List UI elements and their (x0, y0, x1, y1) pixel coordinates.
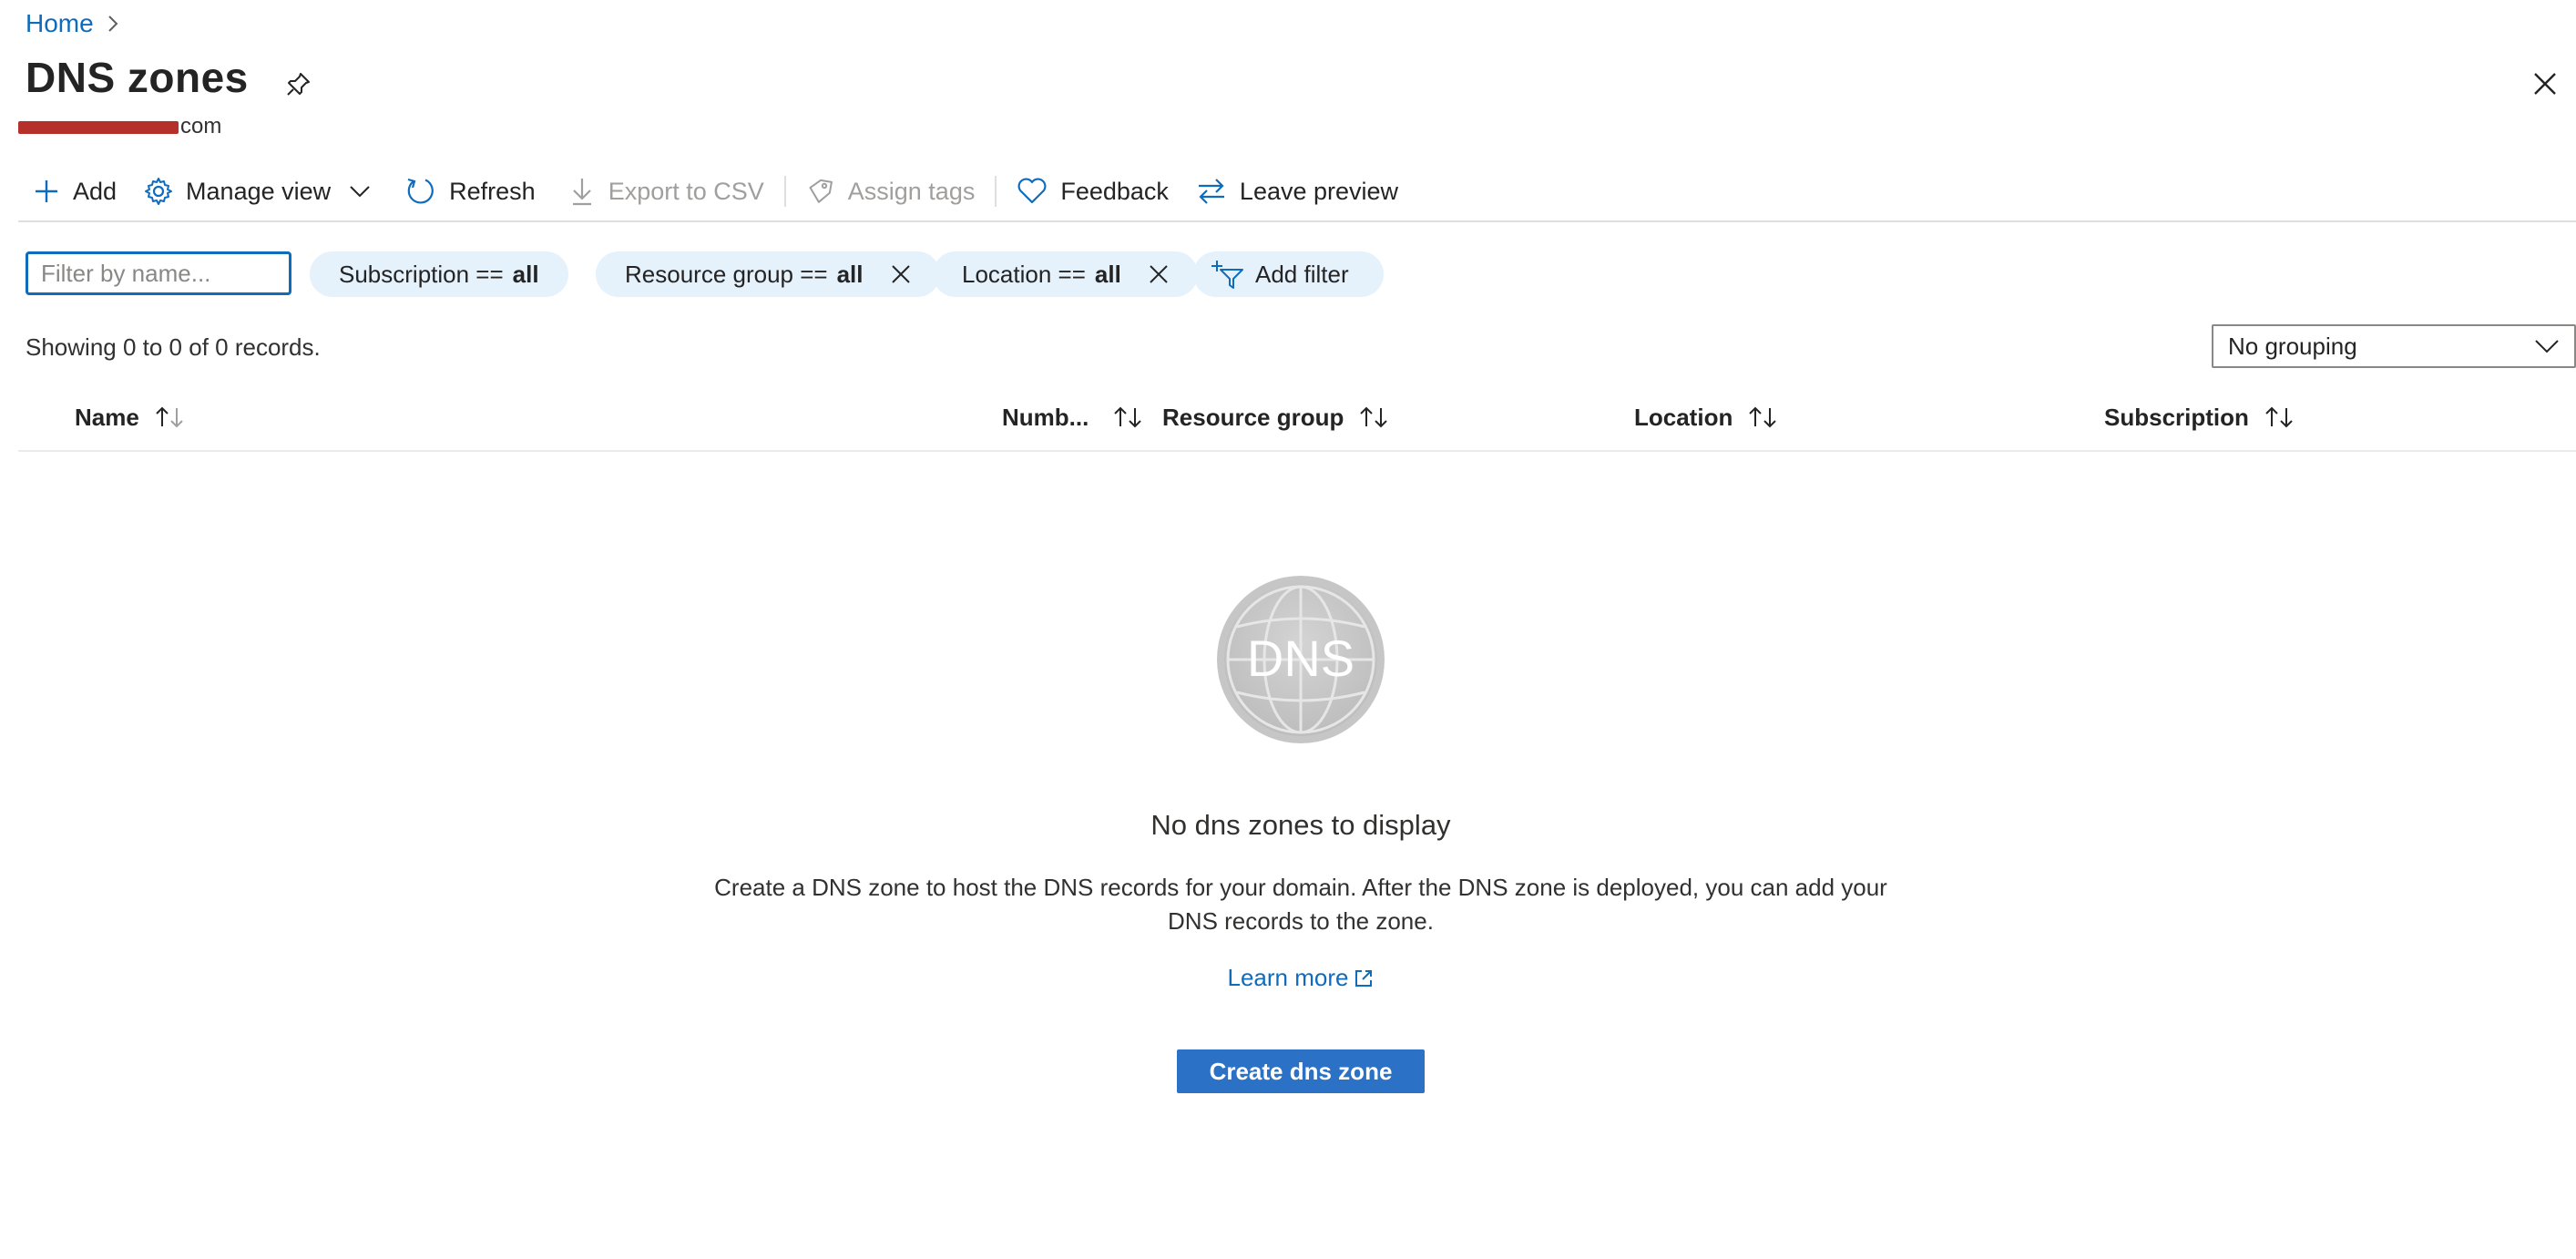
refresh-icon (405, 176, 436, 207)
feedback-label: Feedback (1060, 177, 1169, 205)
column-header-subscription[interactable]: Subscription (2104, 401, 2295, 434)
export-csv-label: Export to CSV (608, 177, 764, 205)
learn-more-label: Learn more (1227, 964, 1349, 991)
subscription-filter-pill[interactable]: Subscription == all (310, 251, 568, 297)
empty-state-title: No dns zones to display (1150, 809, 1451, 841)
manage-view-button[interactable]: Manage view (137, 169, 378, 213)
assign-tags-label: Assign tags (847, 177, 976, 205)
sort-icon (2264, 404, 2295, 430)
column-header-label: Name (75, 403, 139, 431)
toolbar-divider (995, 176, 997, 207)
empty-state-description: Create a DNS zone to host the DNS record… (714, 874, 1887, 935)
plus-icon (33, 178, 60, 205)
location-filter-value: all (1094, 260, 1121, 288)
add-label: Add (73, 177, 118, 205)
column-header-label: Numb... (1002, 403, 1089, 431)
leave-preview-button[interactable]: Leave preview (1189, 169, 1406, 213)
chevron-right-icon (107, 14, 119, 34)
command-bar: Add Manage view Refresh Export to CSV As… (26, 169, 1406, 213)
resource-group-filter-label: Resource group == (625, 260, 828, 288)
add-filter-button[interactable]: Add filter (1193, 251, 1384, 297)
create-dns-zone-button[interactable]: Create dns zone (1177, 1049, 1425, 1093)
feedback-button[interactable]: Feedback (1009, 169, 1176, 213)
close-button[interactable] (2527, 66, 2563, 102)
remove-filter-icon[interactable] (891, 264, 911, 284)
breadcrumb: Home (26, 7, 119, 40)
location-filter-pill[interactable]: Location == all (933, 251, 1198, 297)
sort-icon (154, 404, 185, 430)
column-header-label: Subscription (2104, 403, 2249, 431)
refresh-button[interactable]: Refresh (398, 169, 543, 213)
learn-more-link[interactable]: Learn more (1148, 964, 1454, 992)
breadcrumb-home-link[interactable]: Home (26, 9, 94, 38)
grouping-dropdown[interactable]: No grouping (2212, 324, 2576, 368)
pin-button[interactable] (282, 67, 315, 100)
add-filter-icon (1211, 259, 1244, 290)
column-header-location[interactable]: Location (1634, 401, 1778, 434)
heart-icon (1017, 178, 1048, 205)
toolbar-divider-line (18, 220, 2576, 222)
chevron-down-icon (349, 184, 371, 199)
redaction-mark (18, 121, 179, 134)
gear-icon (144, 177, 173, 206)
location-filter-label: Location == (962, 260, 1086, 288)
add-filter-label: Add filter (1255, 260, 1349, 288)
sort-icon (1747, 404, 1778, 430)
page-title: DNS zones (26, 54, 249, 101)
column-header-name[interactable]: Name (75, 401, 185, 434)
sort-icon (1112, 404, 1143, 430)
subtitle-suffix: com (180, 114, 222, 138)
resource-group-filter-value: all (836, 260, 864, 288)
tag-icon (806, 177, 835, 206)
export-csv-button[interactable]: Export to CSV (561, 169, 772, 213)
subscription-filter-value: all (512, 260, 539, 288)
download-icon (568, 176, 596, 207)
records-summary: Showing 0 to 0 of 0 records. (26, 333, 321, 361)
chevron-down-icon (2534, 338, 2560, 354)
manage-view-label: Manage view (186, 177, 332, 205)
swap-arrows-icon (1196, 177, 1227, 206)
column-header-resource-group[interactable]: Resource group (1162, 401, 1389, 434)
filter-by-name-input[interactable] (26, 251, 291, 295)
external-link-icon (1354, 968, 1374, 988)
leave-preview-label: Leave preview (1239, 177, 1399, 205)
grouping-value: No grouping (2228, 332, 2357, 360)
add-button[interactable]: Add (26, 169, 124, 213)
toolbar-divider (783, 176, 786, 207)
table-header-divider (18, 450, 2576, 452)
remove-filter-icon[interactable] (1149, 264, 1169, 284)
subscription-filter-label: Subscription == (339, 260, 504, 288)
pin-icon (285, 70, 312, 97)
column-header-label: Resource group (1162, 403, 1344, 431)
sort-icon (1358, 404, 1389, 430)
refresh-label: Refresh (449, 177, 536, 205)
resource-group-filter-pill[interactable]: Resource group == all (596, 251, 940, 297)
dns-globe-icon: DNS (1215, 574, 1386, 745)
dns-logo-text: DNS (1247, 630, 1354, 687)
directory-subtitle: com (18, 113, 221, 140)
close-icon (2532, 71, 2558, 97)
column-header-number-of-records[interactable]: Numb... (1002, 401, 1143, 434)
column-header-label: Location (1634, 403, 1733, 431)
assign-tags-button[interactable]: Assign tags (799, 169, 983, 213)
